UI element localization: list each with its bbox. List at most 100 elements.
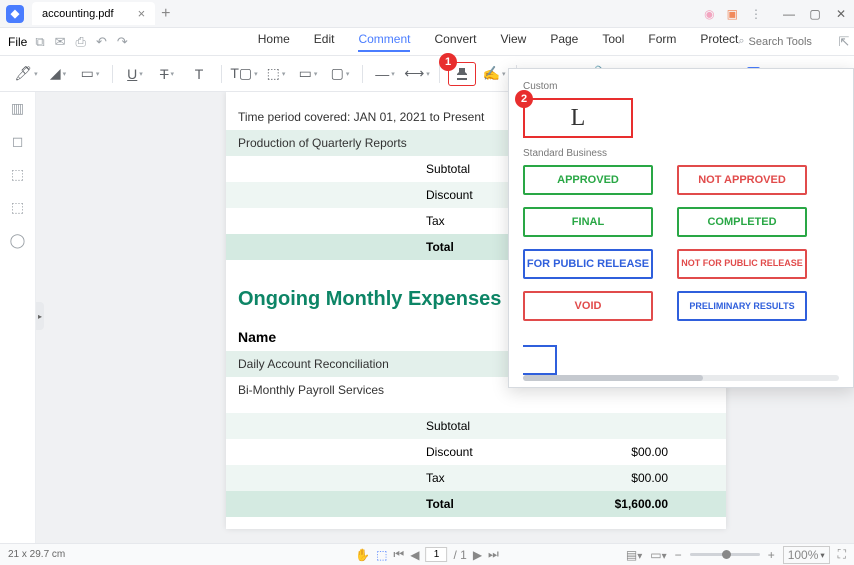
area-highlight-tool[interactable]: ▭▾ bbox=[76, 62, 104, 86]
caret-tool[interactable]: T bbox=[185, 62, 213, 86]
discount1-label: Discount bbox=[426, 188, 473, 202]
close-tab-icon[interactable]: × bbox=[138, 6, 146, 21]
maximize-button[interactable]: ▢ bbox=[808, 7, 822, 21]
custom-section-label: Custom bbox=[523, 81, 839, 92]
total2-val: $1,600.00 bbox=[615, 497, 668, 511]
file-menu[interactable]: File bbox=[8, 35, 27, 49]
highlight-tool[interactable]: ◢▾ bbox=[44, 62, 72, 86]
notification-icon[interactable]: ▣ bbox=[727, 7, 738, 21]
page-number-input[interactable] bbox=[425, 547, 447, 562]
tab-home[interactable]: Home bbox=[258, 32, 290, 52]
undo-icon[interactable]: ↶ bbox=[96, 34, 107, 50]
layers-icon[interactable]: ⬚ bbox=[11, 199, 24, 216]
print-icon[interactable]: ⎙ bbox=[76, 34, 86, 50]
title-bar: ◆ accounting.pdf × + ◉ ▣ ⋮ — ▢ ✕ bbox=[0, 0, 854, 28]
stamp-void[interactable]: VOID bbox=[523, 291, 653, 321]
left-sidebar: ▥ ◻ ⬚ ⬚ ◯ bbox=[0, 92, 36, 543]
close-window-button[interactable]: ✕ bbox=[834, 7, 848, 21]
callout-badge-2: 2 bbox=[515, 90, 533, 108]
stamp-approved[interactable]: APPROVED bbox=[523, 165, 653, 195]
zoom-value[interactable]: 100%▾ bbox=[783, 546, 830, 564]
thumbnails-icon[interactable]: ▥ bbox=[11, 100, 24, 117]
page-dimensions: 21 x 29.7 cm bbox=[8, 549, 65, 560]
page-total: / 1 bbox=[453, 548, 466, 562]
custom-stamp[interactable]: 2 L bbox=[523, 98, 633, 138]
comments-panel-icon[interactable]: ◯ bbox=[10, 232, 26, 249]
total1-label: Total bbox=[426, 240, 454, 254]
line-tool[interactable]: —▾ bbox=[371, 62, 399, 86]
bookmarks-icon[interactable]: ◻ bbox=[12, 133, 24, 150]
underline-tool[interactable]: U▾ bbox=[121, 62, 149, 86]
zoom-slider[interactable] bbox=[690, 553, 760, 556]
tab-page[interactable]: Page bbox=[550, 32, 578, 52]
shape-tool[interactable]: ▢▾ bbox=[326, 62, 354, 86]
tax2-label: Tax bbox=[426, 471, 445, 485]
popover-scrollbar-thumb[interactable] bbox=[523, 375, 703, 381]
minimize-button[interactable]: — bbox=[782, 7, 796, 21]
fullscreen-icon[interactable]: ⛶ bbox=[838, 547, 846, 562]
zoom-slider-knob[interactable] bbox=[722, 550, 731, 559]
total2-label: Total bbox=[426, 497, 454, 511]
sticky-note-tool[interactable]: ▭▾ bbox=[294, 62, 322, 86]
stamp-for-public[interactable]: FOR PUBLIC RELEASE bbox=[523, 249, 653, 279]
tab-edit[interactable]: Edit bbox=[314, 32, 335, 52]
attachments-panel-icon[interactable]: ⬚ bbox=[11, 166, 24, 183]
document-tab[interactable]: accounting.pdf × bbox=[32, 2, 155, 25]
tab-comment[interactable]: Comment bbox=[358, 32, 410, 52]
callout-tool[interactable]: ⬚▾ bbox=[262, 62, 290, 86]
tab-form[interactable]: Form bbox=[648, 32, 676, 52]
share-icon[interactable]: ⇱ bbox=[839, 34, 850, 50]
status-bar: 21 x 29.7 cm ✋ ⬚ ⏮ ◀ / 1 ▶ ⏭ ▤▾ ▭▾ − + 1… bbox=[0, 543, 854, 565]
app-icon: ◆ bbox=[6, 5, 24, 23]
tax2-val: $00.00 bbox=[631, 471, 668, 485]
subtotal1-label: Subtotal bbox=[426, 162, 470, 176]
tab-tool[interactable]: Tool bbox=[602, 32, 624, 52]
discount2-label: Discount bbox=[426, 445, 473, 459]
redo-icon[interactable]: ↷ bbox=[117, 34, 128, 50]
stamp-partial-1[interactable] bbox=[523, 345, 557, 375]
prev-page-icon[interactable]: ◀ bbox=[410, 548, 419, 562]
subtotal2-label: Subtotal bbox=[426, 419, 470, 433]
search-tools[interactable]: ⌕ bbox=[738, 35, 828, 48]
search-input[interactable] bbox=[749, 36, 829, 48]
more-icon[interactable]: ⋮ bbox=[750, 7, 762, 21]
expand-sidebar-handle[interactable]: ▸ bbox=[36, 302, 44, 330]
fit-mode-icon[interactable]: ▭▾ bbox=[650, 548, 666, 562]
view-mode-icon[interactable]: ▤▾ bbox=[626, 548, 642, 562]
signature-tool[interactable]: ✍▾ bbox=[480, 62, 508, 86]
last-page-icon[interactable]: ⏭ bbox=[488, 547, 499, 562]
standard-section-label: Standard Business bbox=[523, 148, 839, 159]
signature-preview: L bbox=[571, 105, 586, 132]
stamp-final[interactable]: FINAL bbox=[523, 207, 653, 237]
strikeout-tool[interactable]: T▾ bbox=[153, 62, 181, 86]
select-tool-icon[interactable]: ⬚ bbox=[376, 548, 387, 562]
open-icon[interactable]: ⧉ bbox=[35, 34, 44, 50]
add-tab-button[interactable]: + bbox=[161, 5, 170, 23]
stamp-preliminary[interactable]: PRELIMINARY RESULTS bbox=[677, 291, 807, 321]
callout-badge-1: 1 bbox=[439, 53, 457, 71]
tab-convert[interactable]: Convert bbox=[434, 32, 476, 52]
stamp-con[interactable]: CON bbox=[523, 387, 557, 388]
note-tool[interactable]: 🖊▾ bbox=[12, 62, 40, 86]
discount2-val: $00.00 bbox=[631, 445, 668, 459]
save-icon[interactable]: ✉ bbox=[55, 34, 66, 50]
tax1-label: Tax bbox=[426, 214, 445, 228]
distance-tool[interactable]: ⟷▾ bbox=[403, 62, 431, 86]
popover-scrollbar[interactable] bbox=[523, 375, 839, 381]
zoom-out-icon[interactable]: − bbox=[675, 548, 682, 562]
next-page-icon[interactable]: ▶ bbox=[473, 548, 482, 562]
stamp-not-public[interactable]: NOT FOR PUBLIC RELEASE bbox=[677, 249, 807, 279]
document-tab-label: accounting.pdf bbox=[42, 8, 114, 20]
stamp-tool[interactable]: 1 bbox=[448, 62, 476, 86]
zoom-in-icon[interactable]: + bbox=[768, 548, 775, 562]
menu-bar: File ⧉ ✉ ⎙ ↶ ↷ Home Edit Comment Convert… bbox=[0, 28, 854, 56]
tab-protect[interactable]: Protect bbox=[700, 32, 738, 52]
cloud-icon[interactable]: ◉ bbox=[704, 7, 714, 21]
stamp-popover: Custom 2 L Standard Business APPROVED FI… bbox=[508, 68, 854, 388]
hand-tool-icon[interactable]: ✋ bbox=[355, 548, 370, 562]
text-box-tool[interactable]: T▢▾ bbox=[230, 62, 258, 86]
first-page-icon[interactable]: ⏮ bbox=[393, 547, 404, 562]
stamp-completed[interactable]: COMPLETED bbox=[677, 207, 807, 237]
tab-view[interactable]: View bbox=[501, 32, 527, 52]
stamp-not-approved[interactable]: NOT APPROVED bbox=[677, 165, 807, 195]
